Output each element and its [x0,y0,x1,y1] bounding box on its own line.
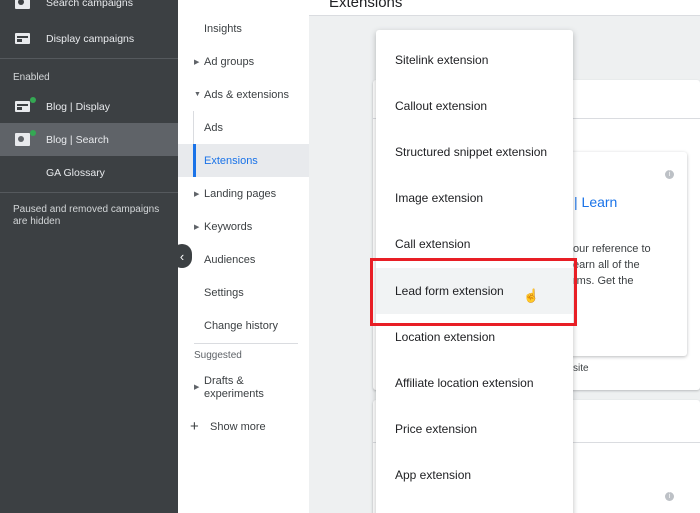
nav-label: Drafts & experiments [204,375,264,401]
enabled-status-dot [30,97,36,103]
nav-label: Insights [204,22,242,35]
menu-item-label: Callout extension [395,99,488,113]
campaign-label: Blog | Search [46,133,109,146]
nav-audiences[interactable]: Audiences [178,243,309,276]
enabled-status-dot [30,130,36,136]
card-text-line: earn all of the [573,259,640,271]
nav-ads[interactable]: Ads [178,111,309,144]
nav-ads-extensions[interactable]: ▼ Ads & extensions [178,78,309,111]
menu-item-image-extension[interactable]: Image extension [376,175,573,221]
nav-label-line: experiments [204,388,264,400]
nav-drafts-experiments[interactable]: ▶ Drafts & experiments [178,372,309,402]
nav-keywords[interactable]: ▶ Keywords [178,210,309,243]
campaign-search-campaigns[interactable]: Search campaigns [0,0,178,19]
divider [0,58,178,59]
menu-item-label: Image extension [395,191,484,205]
nav-extensions[interactable]: Extensions [178,144,309,177]
menu-item-label: Price extension [395,422,478,436]
nav-settings[interactable]: Settings [178,276,309,309]
campaign-blog-display[interactable]: Blog | Display [0,90,178,123]
menu-item-sitelink-extension[interactable]: Sitelink extension [376,37,573,83]
menu-item-label: Location extension [395,330,496,344]
ad-group-ga-glossary[interactable]: GA Glossary [0,156,178,189]
ad-group-label: GA Glossary [46,166,105,179]
expand-arrow-icon: ▶ [194,58,200,66]
display-campaign-icon [15,33,30,44]
nav-show-more[interactable]: + Show more [178,410,309,443]
nav-label-line: Drafts & [204,375,244,387]
info-icon[interactable]: i [665,492,674,501]
campaign-sidebar: Search campaigns Display campaigns Enabl… [0,0,178,513]
nav-label: Extensions [204,154,258,167]
nav-label: Keywords [204,220,253,233]
nav-label: Ads [204,121,223,134]
campaign-label: Blog | Display [46,100,111,113]
plus-icon: + [190,418,199,435]
menu-item-callout-extension[interactable]: Callout extension [376,83,573,129]
menu-item-label: Call extension [395,237,471,251]
nav-label: Change history [204,319,278,332]
page-title: Extensions [329,0,403,11]
nav-label: Show more [210,420,266,433]
menu-item-affiliate-location-extension[interactable]: Affiliate location extension [376,360,573,406]
menu-item-price-extension[interactable]: Price extension [376,406,573,452]
nav-label: Audiences [204,253,256,266]
campaign-display-campaigns[interactable]: Display campaigns [0,22,178,55]
nav-label: Landing pages [204,187,277,200]
nav-insights[interactable]: Insights [178,12,309,45]
menu-item-structured-snippet-extension[interactable]: Structured snippet extension [376,129,573,175]
menu-item-label: Affiliate location extension [395,376,534,390]
nav-landing-pages[interactable]: ▶ Landing pages [178,177,309,210]
expand-arrow-icon: ▶ [194,223,200,231]
hand-cursor-icon: ☝ [523,288,540,303]
divider [194,343,298,344]
card-text-line: rms. Get the [573,275,634,287]
campaign-label: Display campaigns [46,32,135,45]
search-campaign-icon [15,133,30,146]
divider [0,192,178,193]
campaign-label: Search campaigns [46,0,133,9]
collapse-arrow-icon: ▼ [194,91,201,98]
hidden-campaigns-note: Paused and removed campaigns are hidden [13,204,160,227]
card-footer-text: site [573,363,589,374]
campaign-blog-search[interactable]: Blog | Search [0,123,178,156]
card-text-line: our reference to [573,243,651,255]
search-campaign-icon [15,0,30,9]
menu-item-label: Structured snippet extension [395,145,548,159]
page-header: Extensions [309,0,700,16]
nav-ad-groups[interactable]: ▶ Ad groups [178,45,309,78]
suggested-heading: Suggested [194,350,242,361]
chevron-left-icon: ‹ [179,248,185,264]
collapse-sidebar-button[interactable]: ‹ [172,244,192,268]
display-campaign-icon [15,101,30,112]
expand-arrow-icon: ▶ [194,384,200,391]
menu-item-label: App extension [395,468,472,482]
menu-item-label: Sitelink extension [395,53,489,67]
nav-change-history[interactable]: Change history [178,309,309,342]
nav-label: Ads & extensions [204,88,289,101]
nav-label: Ad groups [204,55,255,68]
menu-item-app-extension[interactable]: App extension [376,452,573,498]
enabled-heading: Enabled [13,72,50,83]
info-icon[interactable]: i [665,170,674,179]
page-menu: Insights ▶ Ad groups ▼ Ads & extensions Ad… [178,0,309,513]
expand-arrow-icon: ▶ [194,190,200,198]
learn-link[interactable]: | Learn [574,194,617,210]
highlight-box [370,258,577,326]
nav-label: Settings [204,286,244,299]
